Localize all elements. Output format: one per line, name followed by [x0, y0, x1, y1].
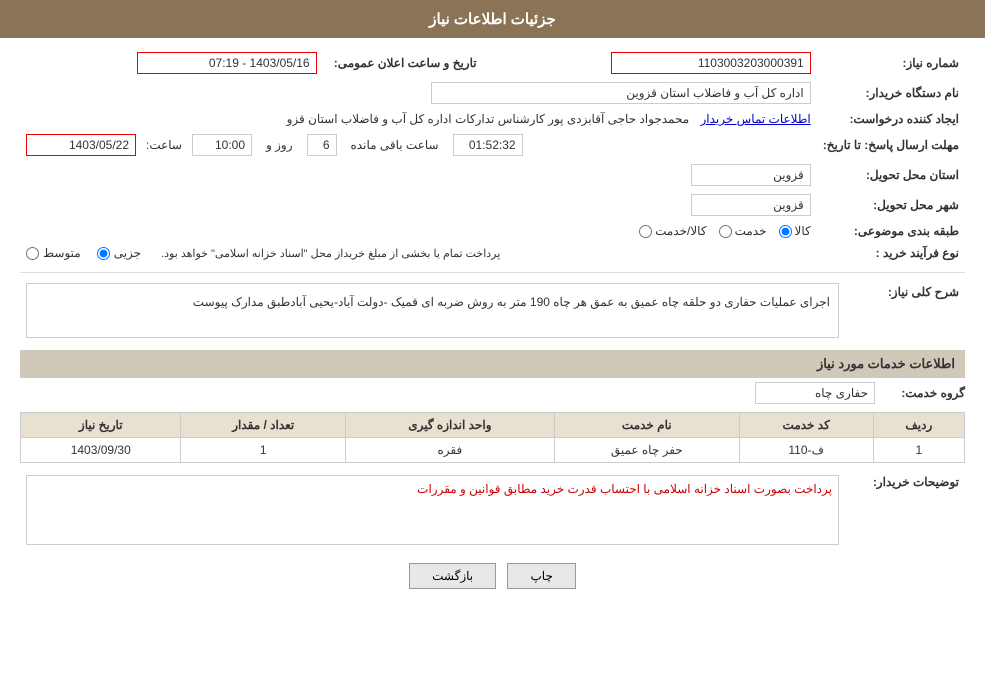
noe-jazee-text: جزیی — [114, 246, 141, 260]
tabaqe-khedmat-text: خدمت — [735, 224, 767, 238]
shomare-niaz-value: 1103003203000391 — [483, 48, 817, 78]
geroh-khadamat-row: گروه خدمت: حفاری چاه — [20, 382, 965, 404]
mohlat-saat-label: ساعت: — [146, 138, 182, 152]
noe-motevaset-text: متوسط — [43, 246, 81, 260]
tabaqe-kala-item: کالا — [779, 224, 811, 238]
noe-motevaset-item: متوسط — [26, 246, 81, 260]
noe-motevaset-radio[interactable] — [26, 247, 39, 260]
bazgasht-button[interactable]: بازگشت — [409, 563, 496, 589]
col-radif: ردیف — [873, 413, 964, 438]
tabaqe-kala-khedmat-radio[interactable] — [639, 225, 652, 238]
tabaqe-label: طبقه بندی موضوعی: — [817, 220, 965, 242]
sharh-label: شرح کلی نیاز: — [845, 279, 965, 342]
geroh-khadamat-box: حفاری چاه — [755, 382, 875, 404]
button-row: چاپ بازگشت — [20, 563, 965, 589]
noe-jazee-item: جزیی — [97, 246, 141, 260]
shomare-niaz-label: شماره نیاز: — [817, 48, 965, 78]
table-cell-3: فقره — [346, 438, 555, 463]
table-cell-5: 1403/09/30 — [21, 438, 181, 463]
ijad-konnande-label: ایجاد کننده درخواست: — [817, 108, 965, 130]
separator-1 — [20, 272, 965, 273]
khadamat-section-header: اطلاعات خدمات مورد نیاز — [20, 350, 965, 378]
mohlat-saat-box: 10:00 — [192, 134, 252, 156]
noe-note: پرداخت تمام یا بخشی از مبلغ خریداز محل "… — [161, 247, 500, 260]
col-kod: کد خدمت — [739, 413, 873, 438]
shahr-box: قزوین — [691, 194, 811, 216]
mohlat-roz-label: روز و — [266, 138, 293, 152]
tabaqe-kala-radio[interactable] — [779, 225, 792, 238]
geroh-khadamat-label: گروه خدمت: — [885, 386, 965, 400]
table-cell-2: حفر چاه عمیق — [554, 438, 739, 463]
tabaqe-value: کالا/خدمت خدمت کالا — [20, 220, 817, 242]
table-cell-4: 1 — [181, 438, 346, 463]
mohlat-baghimandeh-label: ساعت باقی مانده — [351, 138, 439, 152]
taarighe-label: تاریخ و ساعت اعلان عمومی: — [323, 48, 483, 78]
page-title: جزئیات اطلاعات نیاز — [429, 11, 556, 28]
sharh-value-cell: اجرای عملیات حفاری دو حلقه چاه عمیق به ع… — [20, 279, 845, 342]
mohlat-date-box: 1403/05/22 — [26, 134, 136, 156]
tozihat-box[interactable]: پرداخت بصورت اسناد خزانه اسلامی با احتسا… — [26, 475, 839, 545]
ostan-value: قزوین — [20, 160, 817, 190]
mohlat-baghimandeh-box: 01:52:32 — [453, 134, 523, 156]
shomare-niaz-box: 1103003203000391 — [611, 52, 811, 74]
services-table: ردیف کد خدمت نام خدمت واحد اندازه گیری ت… — [20, 412, 965, 463]
ijad-konnande-value: اطلاعات تماس خریدار محمدجواد حاجی آقابزد… — [20, 108, 817, 130]
nam-dastgah-box: اداره کل آب و فاضلاب استان قزوین — [431, 82, 811, 104]
chap-button[interactable]: چاپ — [507, 563, 575, 589]
noe-label: نوع فرآیند خرید : — [817, 242, 965, 264]
col-vahed: واحد اندازه گیری — [346, 413, 555, 438]
page-header: جزئیات اطلاعات نیاز — [0, 0, 985, 38]
shahr-value: قزوین — [20, 190, 817, 220]
mohlat-label: مهلت ارسال پاسخ: تا تاریخ: — [817, 130, 965, 160]
ijad-konnande-text: محمدجواد حاجی آقابزدی پور کارشناس تدارکا… — [287, 112, 690, 126]
table-cell-1: ف-110 — [739, 438, 873, 463]
table-row: 1ف-110حفر چاه عمیقفقره11403/09/30 — [21, 438, 965, 463]
noe-jazee-radio[interactable] — [97, 247, 110, 260]
sharh-box: اجرای عملیات حفاری دو حلقه چاه عمیق به ع… — [26, 283, 839, 338]
taarighe-box: 1403/05/16 - 07:19 — [137, 52, 317, 74]
col-tarikh: تاریخ نیاز — [21, 413, 181, 438]
tabaqe-khedmat-item: خدمت — [719, 224, 767, 238]
tozihat-label: توضیحات خریدار: — [845, 471, 965, 549]
mohlat-roz-box: 6 — [307, 134, 337, 156]
ijad-konnande-link[interactable]: اطلاعات تماس خریدار — [701, 112, 811, 126]
nam-dastgah-label: نام دستگاه خریدار: — [817, 78, 965, 108]
ostan-box: قزوین — [691, 164, 811, 186]
tabaqe-kala-text: کالا — [795, 224, 811, 238]
mohlat-value: 1403/05/22 ساعت: 10:00 روز و 6 ساعت باقی… — [20, 130, 817, 160]
shahr-label: شهر محل تحویل: — [817, 190, 965, 220]
tabaqe-khedmat-radio[interactable] — [719, 225, 732, 238]
taarighe-value: 1403/05/16 - 07:19 — [20, 48, 323, 78]
table-cell-0: 1 — [873, 438, 964, 463]
col-nam: نام خدمت — [554, 413, 739, 438]
tozihat-value-cell: پرداخت بصورت اسناد خزانه اسلامی با احتسا… — [20, 471, 845, 549]
ostan-label: استان محل تحویل: — [817, 160, 965, 190]
tabaqe-kala-khedmat-item: کالا/خدمت — [639, 224, 706, 238]
tabaqe-kala-khedmat-text: کالا/خدمت — [655, 224, 706, 238]
noe-value: متوسط جزیی پرداخت تمام یا بخشی از مبلغ خ… — [20, 242, 817, 264]
col-tedad: تعداد / مقدار — [181, 413, 346, 438]
nam-dastgah-value: اداره کل آب و فاضلاب استان قزوین — [20, 78, 817, 108]
